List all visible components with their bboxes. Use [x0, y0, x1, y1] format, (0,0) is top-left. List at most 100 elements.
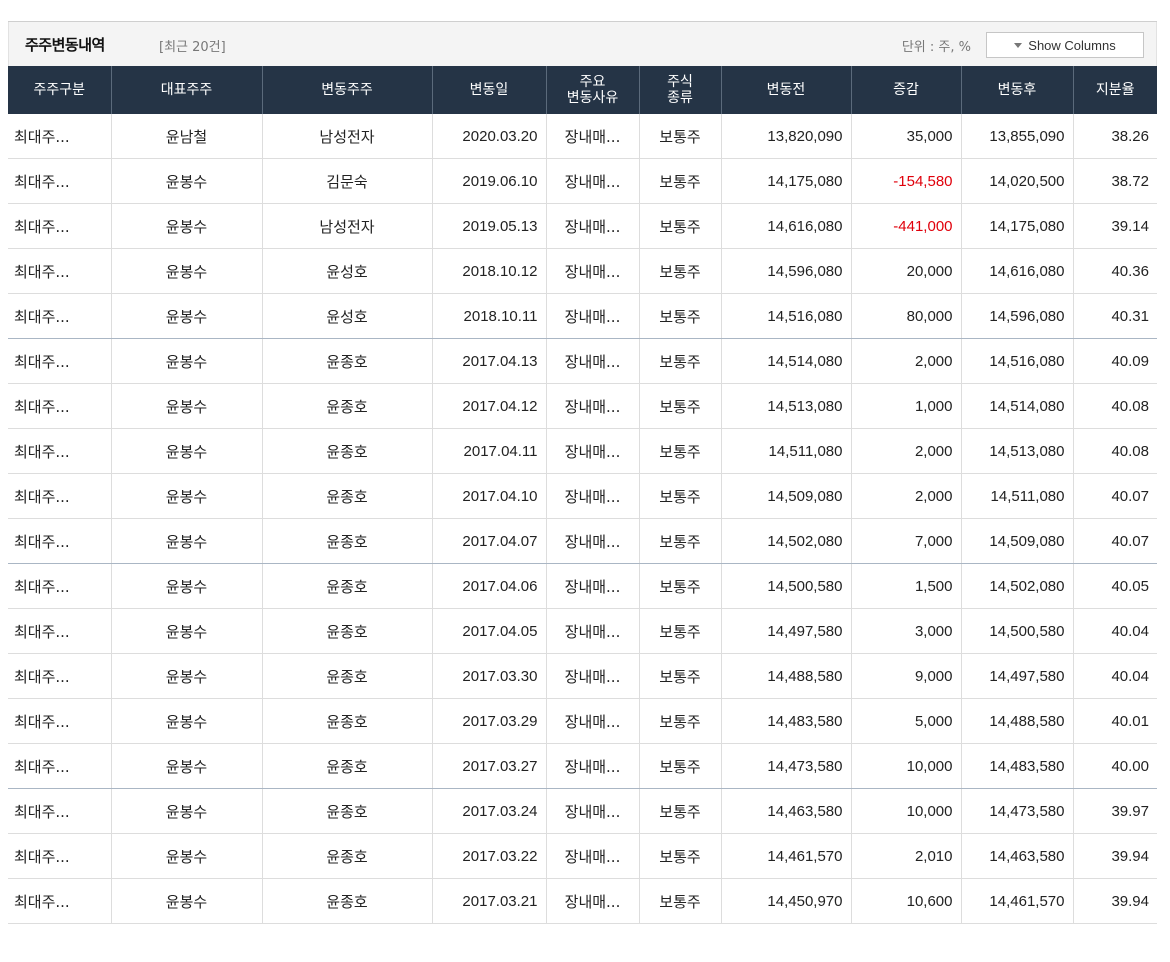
- table-body: 최대주... 윤남철 남성전자 2020.03.20 장내매... 보통주 13,820,0…: [8, 114, 1157, 924]
- cell-rep: 윤봉수: [111, 698, 263, 744]
- table-row[interactable]: 최대주... 윤봉수 윤종호 2017.04.11 장내매... 보통주 14,511,08…: [8, 428, 1157, 474]
- caret-down-icon: [1014, 42, 1023, 48]
- cell-holder: 윤종호: [262, 788, 433, 834]
- table-row[interactable]: 최대주... 윤남철 남성전자 2020.03.20 장내매... 보통주 13,820,0…: [8, 114, 1157, 159]
- cell-date: 2017.04.12: [432, 383, 547, 429]
- table-row[interactable]: 최대주... 윤봉수 윤종호 2017.04.05 장내매... 보통주 14,497,58…: [8, 608, 1157, 654]
- cell-rep: 윤봉수: [111, 158, 263, 204]
- cell-change: 3,000: [851, 608, 962, 654]
- cell-date: 2017.03.22: [432, 833, 547, 879]
- cell-before: 14,463,580: [721, 788, 852, 834]
- cell-kind: 보통주: [639, 653, 722, 699]
- table-row[interactable]: 최대주... 윤봉수 윤종호 2017.03.22 장내매... 보통주 14,461,57…: [8, 833, 1157, 879]
- cell-change: 20,000: [851, 248, 962, 294]
- cell-change: 5,000: [851, 698, 962, 744]
- cell-after: 14,483,580: [961, 743, 1074, 789]
- cell-change: 10,000: [851, 788, 962, 834]
- cell-before: 14,511,080: [721, 428, 852, 474]
- cell-change: 10,000: [851, 743, 962, 789]
- table-row[interactable]: 최대주... 윤봉수 윤종호 2017.03.21 장내매... 보통주 14,450,97…: [8, 878, 1157, 924]
- table-row[interactable]: 최대주... 윤봉수 윤종호 2017.03.30 장내매... 보통주 14,488,58…: [8, 653, 1157, 699]
- cell-ratio: 39.97: [1073, 788, 1157, 834]
- column-header-after[interactable]: 변동후: [961, 66, 1074, 114]
- cell-holder: 윤성호: [262, 248, 433, 294]
- cell-type: 최대주...: [8, 563, 112, 609]
- cell-ratio: 40.04: [1073, 653, 1157, 699]
- cell-holder: 윤종호: [262, 743, 433, 789]
- cell-date: 2017.03.29: [432, 698, 547, 744]
- column-header-text: 종류: [667, 90, 693, 106]
- column-header-type[interactable]: 주주구분: [8, 66, 112, 114]
- table-row[interactable]: 최대주... 윤봉수 윤종호 2017.03.29 장내매... 보통주 14,483,58…: [8, 698, 1157, 744]
- cell-before: 14,461,570: [721, 833, 852, 879]
- table-row[interactable]: 최대주... 윤봉수 윤종호 2017.04.07 장내매... 보통주 14,502,08…: [8, 518, 1157, 564]
- cell-ratio: 40.08: [1073, 383, 1157, 429]
- cell-change: 7,000: [851, 518, 962, 564]
- table-row[interactable]: 최대주... 윤봉수 남성전자 2019.05.13 장내매... 보통주 14,616,0…: [8, 203, 1157, 249]
- cell-after: 14,516,080: [961, 338, 1074, 384]
- cell-after: 14,473,580: [961, 788, 1074, 834]
- table-row[interactable]: 최대주... 윤봉수 윤성호 2018.10.11 장내매... 보통주 14,516,08…: [8, 293, 1157, 339]
- cell-kind: 보통주: [639, 473, 722, 519]
- cell-ratio: 40.01: [1073, 698, 1157, 744]
- cell-reason: 장내매...: [546, 878, 640, 924]
- cell-reason: 장내매...: [546, 563, 640, 609]
- cell-before: 14,596,080: [721, 248, 852, 294]
- table-row[interactable]: 최대주... 윤봉수 김문숙 2019.06.10 장내매... 보통주 14,175,08…: [8, 158, 1157, 204]
- table-row[interactable]: 최대주... 윤봉수 윤종호 2017.03.24 장내매... 보통주 14,463,58…: [8, 788, 1157, 834]
- cell-reason: 장내매...: [546, 338, 640, 384]
- cell-kind: 보통주: [639, 383, 722, 429]
- cell-ratio: 40.00: [1073, 743, 1157, 789]
- table-row[interactable]: 최대주... 윤봉수 윤성호 2018.10.12 장내매... 보통주 14,596,08…: [8, 248, 1157, 294]
- column-header-reason[interactable]: 주요 변동사유: [546, 66, 640, 114]
- cell-type: 최대주...: [8, 518, 112, 564]
- column-header-ratio[interactable]: 지분율: [1073, 66, 1157, 114]
- cell-type: 최대주...: [8, 428, 112, 474]
- column-header-change-date[interactable]: 변동일: [432, 66, 547, 114]
- cell-rep: 윤봉수: [111, 878, 263, 924]
- column-header-stock-kind[interactable]: 주식 종류: [639, 66, 722, 114]
- table-row[interactable]: 최대주... 윤봉수 윤종호 2017.04.13 장내매... 보통주 14,514,08…: [8, 338, 1157, 384]
- cell-date: 2017.04.05: [432, 608, 547, 654]
- cell-holder: 윤종호: [262, 608, 433, 654]
- cell-type: 최대주...: [8, 383, 112, 429]
- column-header-holder[interactable]: 변동주주: [262, 66, 433, 114]
- cell-holder: 윤종호: [262, 518, 433, 564]
- cell-kind: 보통주: [639, 563, 722, 609]
- record-count: [최근 20건]: [159, 40, 226, 55]
- cell-ratio: 40.07: [1073, 473, 1157, 519]
- column-header-text: 증감: [893, 82, 919, 98]
- cell-ratio: 39.94: [1073, 833, 1157, 879]
- cell-rep: 윤봉수: [111, 338, 263, 384]
- cell-holder: 김문숙: [262, 158, 433, 204]
- cell-type: 최대주...: [8, 158, 112, 204]
- shareholder-change-panel: 주주변동내역 [최근 20건] 단위 : 주, % Show Columns 주…: [8, 21, 1157, 924]
- table-row[interactable]: 최대주... 윤봉수 윤종호 2017.04.06 장내매... 보통주 14,500,58…: [8, 563, 1157, 609]
- cell-rep: 윤봉수: [111, 203, 263, 249]
- table-row[interactable]: 최대주... 윤봉수 윤종호 2017.03.27 장내매... 보통주 14,473,58…: [8, 743, 1157, 789]
- cell-rep: 윤봉수: [111, 743, 263, 789]
- cell-change: 2,000: [851, 338, 962, 384]
- cell-change: 1,500: [851, 563, 962, 609]
- cell-date: 2019.05.13: [432, 203, 547, 249]
- cell-kind: 보통주: [639, 518, 722, 564]
- column-header-text: 주식: [667, 74, 693, 90]
- cell-before: 14,616,080: [721, 203, 852, 249]
- table-row[interactable]: 최대주... 윤봉수 윤종호 2017.04.10 장내매... 보통주 14,509,08…: [8, 473, 1157, 519]
- column-header-text: 변동후: [997, 82, 1037, 98]
- column-header-before[interactable]: 변동전: [721, 66, 852, 114]
- show-columns-button[interactable]: Show Columns: [986, 32, 1144, 58]
- cell-kind: 보통주: [639, 293, 722, 339]
- column-header-text: 주요: [579, 74, 606, 90]
- cell-before: 14,483,580: [721, 698, 852, 744]
- cell-rep: 윤남철: [111, 114, 263, 159]
- cell-after: 14,511,080: [961, 473, 1074, 519]
- cell-after: 14,461,570: [961, 878, 1074, 924]
- column-header-change[interactable]: 증감: [851, 66, 962, 114]
- column-header-text: 변동일: [469, 82, 509, 98]
- table-row[interactable]: 최대주... 윤봉수 윤종호 2017.04.12 장내매... 보통주 14,513,08…: [8, 383, 1157, 429]
- cell-reason: 장내매...: [546, 158, 640, 204]
- column-header-representative[interactable]: 대표주주: [111, 66, 263, 114]
- cell-after: 14,020,500: [961, 158, 1074, 204]
- cell-after: 14,514,080: [961, 383, 1074, 429]
